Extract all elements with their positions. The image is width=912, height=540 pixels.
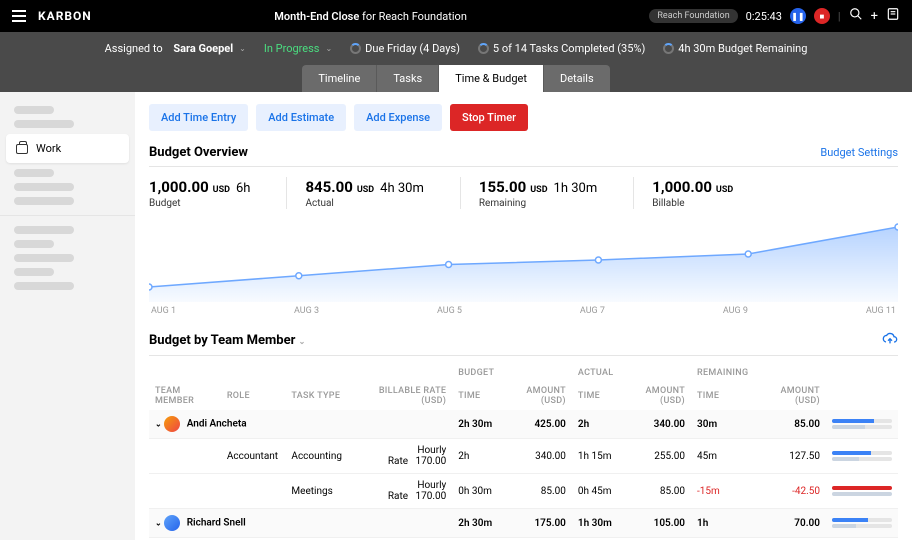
skeleton (14, 282, 74, 290)
tab-time-budget[interactable]: Time & Budget (439, 65, 544, 92)
task-row: AccountantAccountingHourly Rate 170.00 2… (149, 439, 898, 474)
x-axis-label: AUG 3 (294, 306, 319, 316)
stat-actual: 845.00 USD4h 30mActual (286, 177, 441, 209)
search-icon[interactable] (849, 7, 863, 25)
tasks-progress[interactable]: 5 of 14 Tasks Completed (35%) (478, 42, 645, 55)
skeleton (14, 169, 54, 177)
chevron-down-icon[interactable]: ⌄ (155, 420, 162, 429)
avatar (164, 515, 180, 531)
task-row: MeetingsHourly Rate 170.00 0h 30m85.000h… (149, 474, 898, 509)
skeleton (14, 106, 54, 114)
column-group-header (826, 364, 898, 382)
stat-budget: 1,000.00 USD6hBudget (149, 177, 268, 209)
chevron-down-icon: ⌄ (237, 44, 246, 53)
tab-details[interactable]: Details (544, 65, 610, 92)
column-group-header (619, 364, 691, 382)
budget-team-title[interactable]: Budget by Team Member ⌄ (149, 333, 305, 348)
stat-billable: 1,000.00 USDBillable (633, 177, 751, 209)
app-logo: KARBON (38, 9, 92, 23)
column-group-header (221, 364, 286, 382)
column-header: AMOUNT (USD) (754, 382, 826, 410)
column-header: TASK TYPE (285, 382, 354, 410)
column-header: ROLE (221, 382, 286, 410)
action-buttons: Add Time Entry Add Estimate Add Expense … (149, 104, 898, 131)
column-group-header: BUDGET (452, 364, 500, 382)
column-header: TIME (572, 382, 620, 410)
column-header (826, 382, 898, 410)
skeleton (14, 240, 54, 248)
top-header: KARBON Month-End Close for Reach Foundat… (0, 0, 912, 32)
budget-remaining[interactable]: 4h 30m Budget Remaining (663, 42, 807, 55)
chevron-down-icon: ⌄ (323, 44, 332, 53)
column-group-header (149, 364, 221, 382)
notes-icon[interactable] (886, 7, 900, 25)
skeleton (14, 120, 74, 128)
pause-timer-icon[interactable]: ❚❚ (790, 8, 806, 24)
column-group-header (285, 364, 354, 382)
skeleton (14, 254, 74, 262)
budget-settings-link[interactable]: Budget Settings (820, 146, 898, 159)
column-header: BILLABLE RATE (USD) (355, 382, 452, 410)
skeleton (14, 197, 74, 205)
main-content: Add Time Entry Add Estimate Add Expense … (135, 92, 912, 540)
menu-icon[interactable] (12, 10, 26, 22)
x-axis-label: AUG 1 (151, 306, 176, 316)
tab-timeline[interactable]: Timeline (302, 65, 377, 92)
avatar (164, 416, 180, 432)
x-axis-label: AUG 11 (866, 306, 896, 316)
sidebar-item-label: Work (36, 142, 61, 155)
column-group-header (500, 364, 572, 382)
add-expense-button[interactable]: Add Expense (354, 104, 442, 131)
page-title: Month-End Close for Reach Foundation (92, 10, 650, 23)
tab-tasks[interactable]: Tasks (377, 65, 439, 92)
briefcase-icon (16, 144, 28, 154)
stop-timer-icon[interactable]: ■ (814, 8, 830, 24)
x-axis-label: AUG 5 (437, 306, 462, 316)
column-header: TIME (452, 382, 500, 410)
column-header: AMOUNT (USD) (500, 382, 572, 410)
x-axis-label: AUG 7 (580, 306, 605, 316)
skeleton (14, 183, 74, 191)
org-pill[interactable]: Reach Foundation (649, 9, 737, 23)
add-estimate-button[interactable]: Add Estimate (256, 104, 346, 131)
column-group-header: ACTUAL (572, 364, 620, 382)
add-time-entry-button[interactable]: Add Time Entry (149, 104, 248, 131)
member-row[interactable]: ⌄ Richard Snell 2h 30m175.001h 30m105.00… (149, 509, 898, 538)
skeleton (14, 268, 54, 276)
team-budget-table: BUDGET ACTUAL REMAINING TEAM MEMBERROLETASK… (149, 364, 898, 540)
add-icon[interactable]: + (871, 9, 878, 24)
export-icon[interactable] (882, 331, 898, 349)
column-group-header: REMAINING (691, 364, 754, 382)
budget-overview-title: Budget Overview (149, 145, 248, 160)
member-row[interactable]: ⌄ Andi Ancheta 2h 30m425.002h340.0030m85… (149, 410, 898, 439)
chevron-down-icon[interactable]: ⌄ (155, 519, 162, 528)
budget-icon (663, 43, 674, 54)
progress-icon (478, 43, 489, 54)
chevron-down-icon: ⌄ (299, 337, 306, 346)
left-sidebar: Work (0, 92, 135, 540)
timer-value: 0:25:43 (746, 10, 782, 23)
column-header: TEAM MEMBER (149, 382, 221, 410)
stop-timer-button[interactable]: Stop Timer (450, 104, 528, 131)
column-header: TIME (691, 382, 754, 410)
assigned-to[interactable]: Assigned to Sara Goepel ⌄ (105, 42, 246, 55)
sidebar-item-work[interactable]: Work (6, 134, 129, 163)
budget-stats: 1,000.00 USD6hBudget 845.00 USD4h 30mActu… (149, 177, 898, 209)
budget-chart: AUG 1 AUG 3 AUG 5 AUG 7 AUG 9 AUG 11 (149, 217, 898, 317)
column-header: AMOUNT (USD) (619, 382, 691, 410)
column-group-header (754, 364, 826, 382)
work-tabs: TimelineTasksTime & BudgetDetails (302, 65, 609, 92)
clock-icon (350, 43, 361, 54)
column-group-header (355, 364, 452, 382)
status-badge[interactable]: In Progress ⌄ (264, 42, 332, 55)
skeleton (14, 226, 74, 234)
x-axis-label: AUG 9 (723, 306, 748, 316)
stat-remaining: 155.00 USD1h 30mRemaining (460, 177, 615, 209)
due-date[interactable]: Due Friday (4 Days) (350, 42, 460, 55)
work-subheader: Assigned to Sara Goepel ⌄ In Progress ⌄ … (0, 32, 912, 92)
